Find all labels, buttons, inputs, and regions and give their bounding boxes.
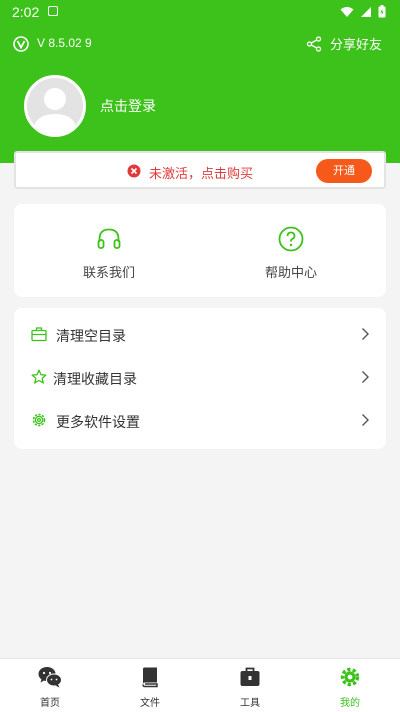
- chevron-right-icon: [362, 328, 369, 340]
- bottom-nav: 首页 文件 工具 我的: [0, 658, 400, 712]
- share-icon: [306, 35, 322, 52]
- gear-icon: [32, 413, 46, 427]
- chevron-right-icon: [362, 371, 369, 383]
- profile-section[interactable]: 点击登录: [24, 74, 156, 138]
- vip-logo-icon: [13, 36, 29, 52]
- nav-files[interactable]: 文件: [100, 659, 200, 712]
- wifi-icon: [340, 6, 354, 17]
- version-label: V 8.5.02 9: [37, 36, 92, 50]
- help-card: 联系我们 帮助中心: [14, 204, 386, 297]
- headset-icon: [97, 228, 121, 249]
- help-center-button[interactable]: 帮助中心: [231, 226, 351, 281]
- status-bar: 2:02: [0, 0, 400, 24]
- error-icon: [127, 164, 141, 178]
- star-icon: [31, 369, 47, 384]
- chevron-right-icon: [362, 414, 369, 426]
- contact-us-button[interactable]: 联系我们: [49, 226, 169, 281]
- menu-clean-favorite-dirs-label: 清理收藏目录: [53, 372, 137, 388]
- nav-tools[interactable]: 工具: [200, 659, 300, 712]
- status-time: 2:02: [12, 4, 40, 20]
- signal-icon: [361, 6, 371, 17]
- nav-home-label: 首页: [40, 698, 60, 709]
- question-circle-icon: [278, 226, 304, 252]
- menu-clean-favorite-dirs[interactable]: 清理收藏目录: [14, 357, 386, 400]
- system-icons: [340, 5, 386, 18]
- briefcase-icon: [31, 327, 47, 342]
- avatar[interactable]: [24, 75, 86, 137]
- login-link[interactable]: 点击登录: [100, 96, 156, 116]
- help-center-label: 帮助中心: [264, 266, 317, 281]
- book-icon: [142, 667, 158, 688]
- menu-more-settings-label: 更多软件设置: [56, 415, 140, 431]
- share-button[interactable]: 分享好友: [306, 34, 382, 53]
- top-bar: V 8.5.02 9 分享好友: [0, 32, 400, 58]
- menu-clean-empty-dirs[interactable]: 清理空目录: [14, 314, 386, 357]
- activate-button[interactable]: 开通: [316, 159, 372, 183]
- menu-more-settings[interactable]: 更多软件设置: [14, 400, 386, 443]
- nav-tools-label: 工具: [240, 698, 260, 709]
- nav-mine[interactable]: 我的: [300, 659, 400, 712]
- user-placeholder-icon: [33, 88, 77, 134]
- contact-us-label: 联系我们: [82, 266, 135, 281]
- gear-icon: [340, 667, 360, 687]
- wechat-icon: [38, 667, 62, 688]
- nav-home[interactable]: 首页: [0, 659, 100, 712]
- battery-icon: [378, 5, 386, 18]
- nav-mine-label: 我的: [340, 698, 360, 709]
- menu-clean-empty-dirs-label: 清理空目录: [56, 329, 126, 345]
- notification-icon: [48, 6, 58, 16]
- settings-menu-card: 清理空目录 清理收藏目录 更多软件设置: [14, 308, 386, 449]
- share-label: 分享好友: [329, 38, 382, 53]
- toolbox-icon: [240, 667, 260, 686]
- activation-banner: 未激活，点击购买 开通: [14, 151, 386, 189]
- activation-message[interactable]: 未激活，点击购买: [149, 163, 253, 182]
- nav-files-label: 文件: [140, 698, 160, 709]
